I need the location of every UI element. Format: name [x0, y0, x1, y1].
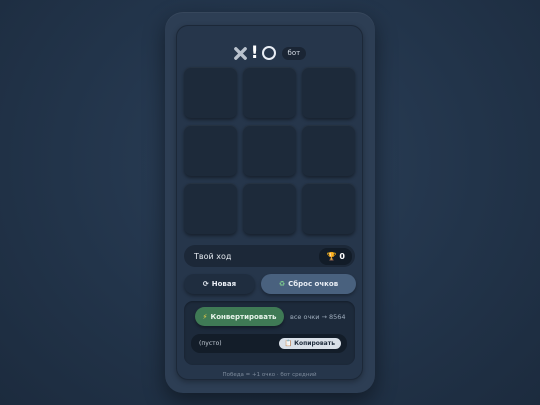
mode-badge: бот: [281, 46, 307, 60]
output-text: (пусто): [199, 340, 222, 347]
convert-output: (пусто) 📋 Копировать: [191, 334, 347, 353]
lightning-icon: ⚡: [202, 312, 208, 321]
board-cell[interactable]: [184, 183, 237, 234]
convert-hint: все очки → 8564: [290, 313, 346, 321]
new-game-button[interactable]: ⟳ Новая: [184, 274, 255, 294]
game-screen: ! бот Твой ход 🏆 0 ⟳ Новая ♻ Сброс очков…: [176, 25, 363, 380]
refresh-icon: ⟳: [202, 280, 209, 288]
convert-panel: ⚡ Конвертировать все очки → 8564 (пусто)…: [184, 301, 355, 365]
exclamation-mark: !: [250, 43, 259, 63]
x-cross-icon: [233, 46, 247, 60]
game-logo: !: [233, 43, 276, 63]
convert-label: Конвертировать: [210, 312, 277, 321]
board-cell[interactable]: [302, 125, 355, 176]
board-cell[interactable]: [243, 67, 296, 118]
copy-button[interactable]: 📋 Копировать: [278, 338, 341, 349]
new-game-label: Новая: [211, 280, 237, 288]
footer-info: Победа = +1 очко · бот средний: [222, 372, 317, 378]
turn-status-text: Твой ход: [194, 251, 232, 261]
clipboard-icon: 📋: [284, 340, 293, 347]
device-frame: ! бот Твой ход 🏆 0 ⟳ Новая ♻ Сброс очков…: [165, 12, 375, 393]
board-cell[interactable]: [184, 125, 237, 176]
board-cell[interactable]: [302, 183, 355, 234]
score-badge: 🏆 0: [319, 247, 352, 265]
reset-score-button[interactable]: ♻ Сброс очков: [261, 274, 356, 294]
game-board: [184, 67, 355, 236]
convert-button[interactable]: ⚡ Конвертировать: [195, 307, 284, 326]
board-cell[interactable]: [302, 67, 355, 118]
score-value: 0: [339, 251, 345, 261]
reset-score-label: Сброс очков: [288, 280, 339, 288]
board-cell[interactable]: [243, 183, 296, 234]
trophy-icon: 🏆: [326, 251, 337, 261]
circle-icon: [261, 46, 276, 60]
board-cell[interactable]: [184, 67, 237, 118]
game-header: ! бот: [176, 43, 363, 63]
recycle-icon: ♻: [278, 280, 286, 288]
board-cell[interactable]: [243, 125, 296, 176]
status-bar: Твой ход 🏆 0: [184, 245, 355, 267]
copy-label: Копировать: [294, 340, 335, 347]
